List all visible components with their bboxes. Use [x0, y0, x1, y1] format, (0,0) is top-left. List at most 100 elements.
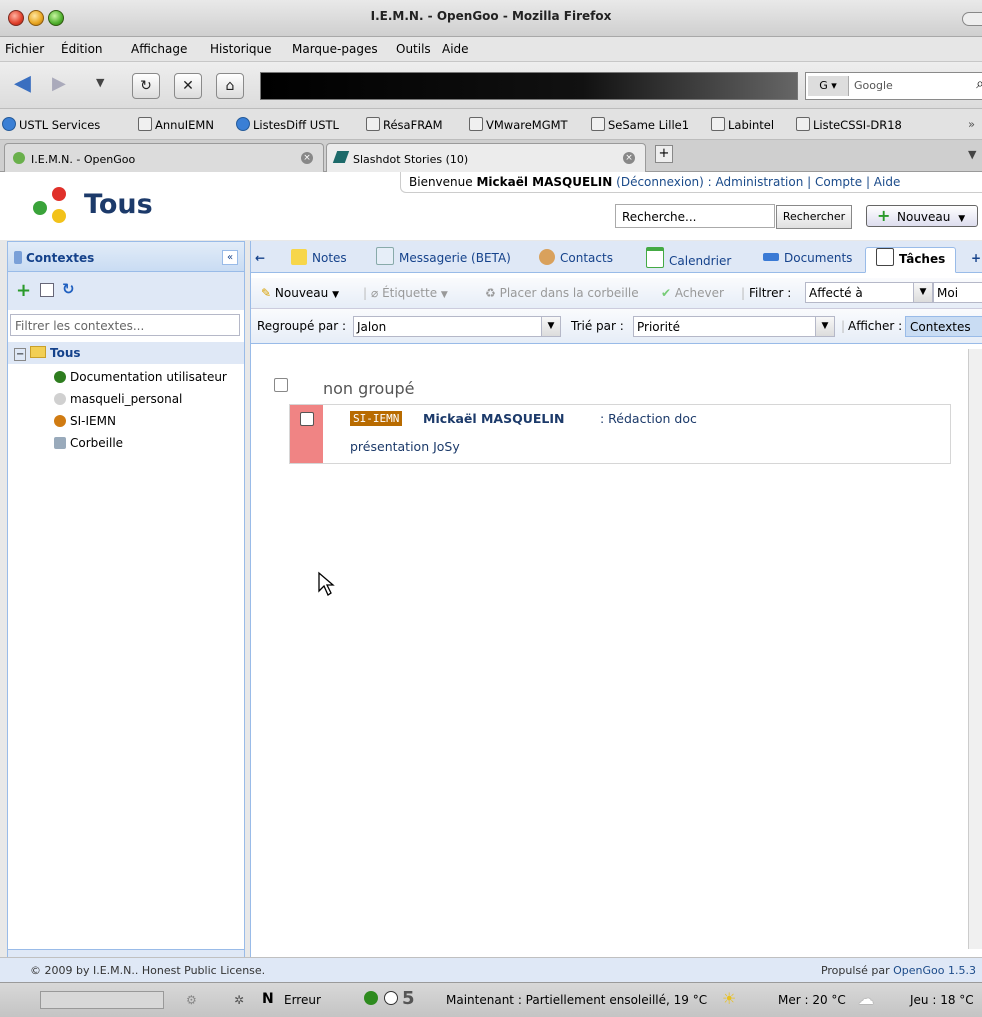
sun-cloud-icon: ☀ [722, 989, 737, 1008]
tab-slashdot-label: Slashdot Stories (10) [353, 153, 469, 166]
new-button[interactable]: + Nouveau ▼ [866, 205, 978, 227]
scroll-left-icon[interactable]: ← [255, 247, 265, 271]
tree-item-documentation[interactable]: Documentation utilisateur [8, 366, 244, 388]
tab-notes[interactable]: Notes [291, 247, 347, 271]
task-checkbox[interactable] [300, 412, 314, 426]
menu-historique[interactable]: Historique [210, 42, 272, 56]
bookmark-listesdiff[interactable]: ListesDiff USTL [236, 117, 339, 132]
weather-wednesday[interactable]: Mer : 20 °C [778, 993, 846, 1007]
copyright-text: © 2009 by I.E.M.N.. Honest Public Licens… [30, 964, 266, 977]
tag-button[interactable]: ⌀ Étiquette ▼ [371, 286, 448, 300]
bookmarks-toolbar: USTL Services AnnuIEMN ListesDiff USTL R… [0, 109, 982, 140]
tree-root-tous[interactable]: − Tous [8, 342, 244, 364]
more-bookmarks-icon[interactable]: » [968, 117, 975, 131]
stop-icon[interactable]: ✕ [174, 73, 202, 99]
history-dropdown-icon[interactable]: ▼ [96, 76, 104, 89]
url-bar[interactable] [260, 72, 798, 100]
complete-button[interactable]: ✔ Achever [661, 286, 724, 300]
menu-aide[interactable]: Aide [442, 42, 469, 56]
close-tab-icon[interactable]: × [623, 152, 635, 164]
tree-collapse-icon[interactable]: − [14, 348, 27, 361]
n-icon[interactable]: N [262, 991, 274, 1007]
help-link[interactable]: Aide [874, 175, 901, 189]
app-search-input[interactable]: Recherche... [615, 204, 775, 228]
weather-thursday[interactable]: Jeu : 18 °C [910, 993, 974, 1007]
weather-now[interactable]: Maintenant : Partiellement ensoleillé, 1… [446, 993, 707, 1007]
list-icon[interactable] [40, 283, 54, 297]
refresh-icon[interactable]: ↻ [62, 280, 75, 298]
opengoo-favicon [13, 152, 25, 164]
group-title: non groupé [323, 379, 415, 398]
logout-link[interactable]: (Déconnexion) [616, 175, 704, 189]
scroll-right-icon[interactable]: + [971, 247, 981, 271]
account-link[interactable]: Compte [815, 175, 862, 189]
search-engine-icon[interactable]: G ▾ [808, 76, 849, 96]
reload-icon[interactable]: ↻ [132, 73, 160, 99]
context-color-icon [54, 415, 66, 427]
close-tab-icon[interactable]: × [301, 152, 313, 164]
content-scrollbar[interactable] [968, 349, 982, 949]
show-contexts-toggle[interactable]: Contextes [905, 316, 982, 337]
new-task-button[interactable]: ✎ Nouveau ▼ [261, 286, 339, 300]
menu-affichage[interactable]: Affichage [131, 42, 187, 56]
status-green-icon[interactable] [364, 991, 378, 1005]
task-assignee[interactable]: Mickaël MASQUELIN [423, 411, 565, 426]
bookmark-sesame[interactable]: SeSame Lille1 [591, 117, 689, 132]
bookmark-labintel[interactable]: Labintel [711, 117, 774, 132]
tab-opengoo[interactable]: I.E.M.N. - OpenGoo × [4, 143, 324, 172]
tree-item-corbeille[interactable]: Corbeille [8, 432, 244, 454]
bookmark-vmwaremgmt[interactable]: VMwareMGMT [469, 117, 568, 132]
network-icon[interactable]: ⚙ [186, 993, 197, 1007]
context-color-icon [54, 371, 66, 383]
tab-calendrier[interactable]: Calendrier [646, 247, 731, 271]
collapse-left-icon[interactable]: « [222, 250, 238, 265]
bookmark-listecssi[interactable]: ListeCSSI-DR18 [796, 117, 902, 132]
welcome-text: Bienvenue [409, 175, 473, 189]
opengoo-link[interactable]: OpenGoo 1.5.3 [893, 964, 976, 977]
clock-icon[interactable] [384, 991, 398, 1005]
cloud-icon: ☁ [858, 989, 874, 1008]
group-checkbox[interactable] [274, 378, 288, 392]
error-status[interactable]: Erreur [284, 993, 321, 1007]
task-title-part1[interactable]: : Rédaction doc [600, 411, 697, 426]
home-icon[interactable]: ⌂ [216, 73, 244, 99]
calendar-icon [646, 247, 664, 268]
sort-select[interactable]: Priorité ▼ [633, 316, 835, 337]
tab-contacts[interactable]: Contacts [539, 247, 613, 271]
admin-link[interactable]: Administration [716, 175, 804, 189]
menu-outils[interactable]: Outils [396, 42, 431, 56]
magnifier-icon[interactable]: ⌕ [976, 76, 982, 92]
web-search-box[interactable]: G ▾ Google ⌕ [805, 72, 982, 100]
bookmark-annuiemn[interactable]: AnnuIEMN [138, 117, 214, 132]
context-badge[interactable]: SI-IEMN [350, 411, 403, 426]
tab-slashdot[interactable]: Slashdot Stories (10) × [326, 143, 646, 172]
tree-item-personal[interactable]: masqueli_personal [8, 388, 244, 410]
filter-contexts-input[interactable]: Filtrer les contextes... [10, 314, 240, 336]
bookmark-ustl-services[interactable]: USTL Services [2, 117, 100, 132]
tree-item-si-iemn[interactable]: SI-IEMN [8, 410, 244, 432]
tab-taches[interactable]: Tâches [865, 247, 957, 273]
search-button[interactable]: Rechercher [776, 205, 852, 229]
task-row[interactable]: SI-IEMN Mickaël MASQUELIN : Rédaction do… [289, 404, 951, 464]
back-icon[interactable]: ◀ [14, 71, 31, 96]
contexts-panel: Contextes « + ↻ Filtrer les contextes...… [7, 241, 245, 983]
forward-icon[interactable]: ▶ [52, 73, 66, 94]
new-tab-icon[interactable]: + [655, 145, 673, 163]
group-select[interactable]: Jalon ▼ [353, 316, 561, 337]
bookmark-resafram[interactable]: RésaFRAM [366, 117, 443, 132]
add-context-icon[interactable]: + [16, 280, 31, 301]
menu-fichier[interactable]: Fichier [5, 42, 44, 56]
tab-messagerie[interactable]: Messagerie (BETA) [376, 247, 511, 271]
tab-list-icon[interactable]: ▼ [968, 148, 976, 161]
filter-user-select[interactable]: Moi [933, 282, 982, 303]
task-title-part2[interactable]: présentation JoSy [350, 439, 460, 454]
bug-icon[interactable]: ✲ [234, 993, 244, 1007]
filter-select[interactable]: Affecté à ▼ [805, 282, 933, 303]
menu-marque-pages[interactable]: Marque-pages [292, 42, 378, 56]
browser-tab-strip: I.E.M.N. - OpenGoo × Slashdot Stories (1… [0, 140, 982, 172]
toolbar-toggle-icon[interactable] [962, 12, 982, 26]
tab-documents[interactable]: Documents [763, 247, 852, 271]
group-label: Regroupé par : [257, 319, 346, 333]
menu-edition[interactable]: Édition [61, 42, 103, 56]
trash-button[interactable]: ♻ Placer dans la corbeille [485, 286, 639, 300]
